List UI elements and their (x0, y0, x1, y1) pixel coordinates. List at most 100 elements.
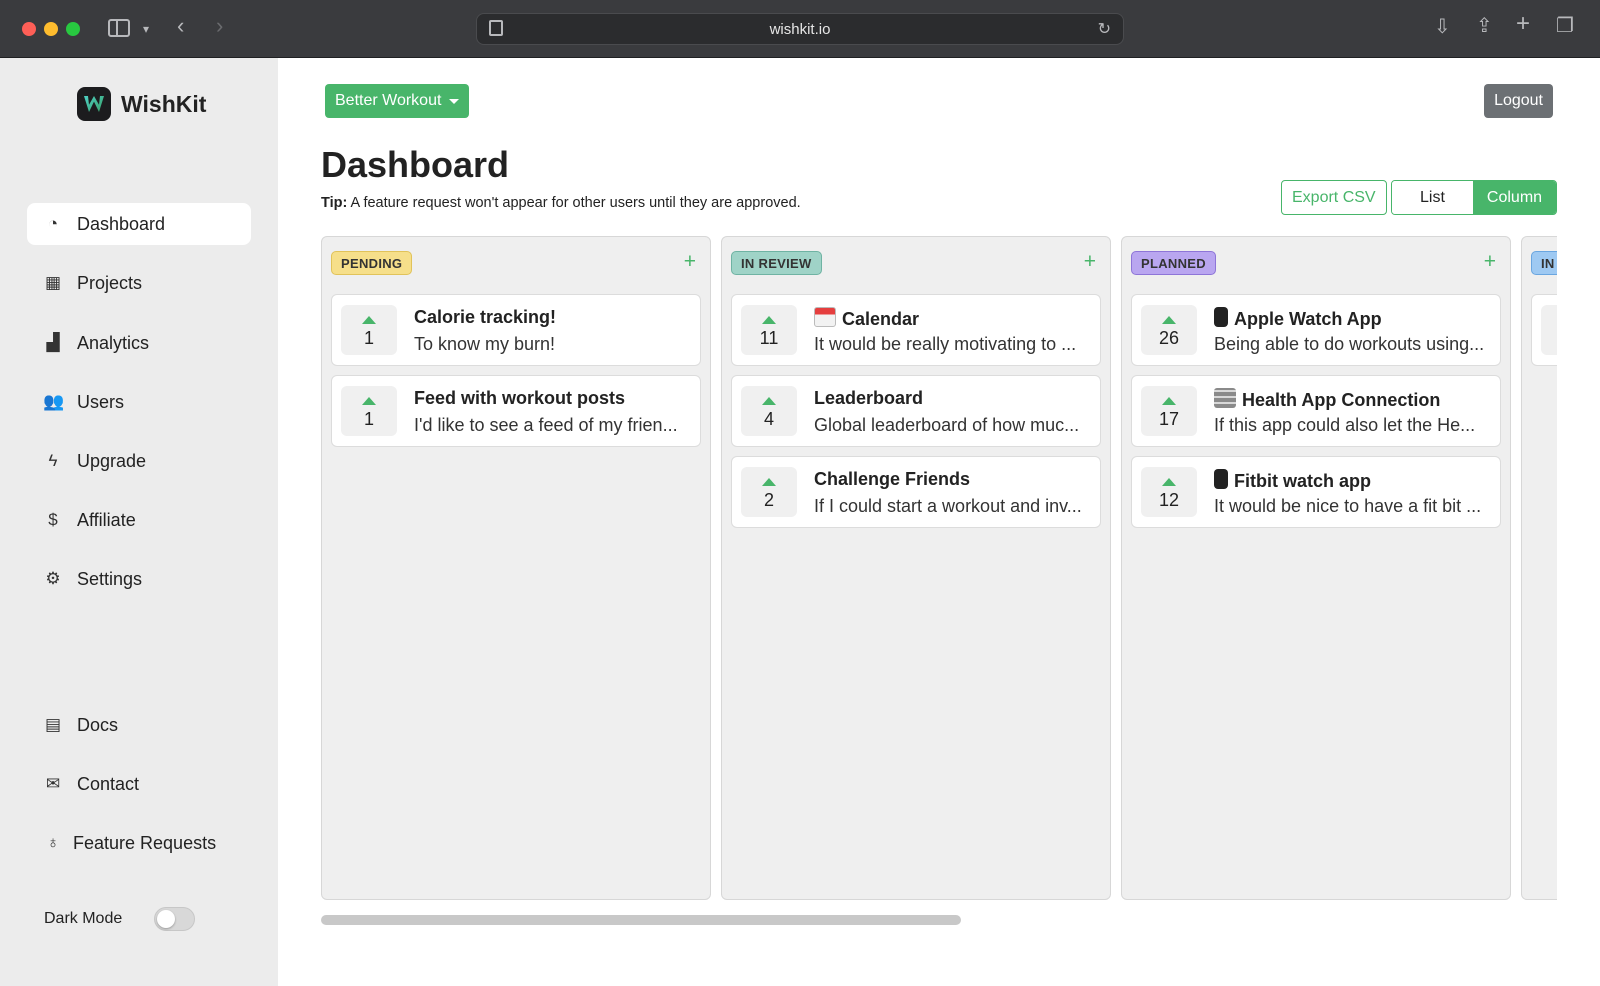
card-description: To know my burn! (414, 334, 556, 354)
vote-count: 2 (763, 490, 774, 510)
add-request-icon[interactable]: + (1084, 250, 1096, 274)
reload-icon[interactable]: ↻ (1098, 19, 1111, 39)
users-icon: 👥 (43, 392, 65, 411)
upvote-arrow-icon (362, 316, 376, 324)
board-horizontal-scrollbar[interactable] (321, 915, 961, 925)
column-in-review: IN REVIEW + 11 Calendar It would be real… (721, 236, 1111, 900)
brand[interactable]: WishKit (77, 87, 206, 121)
sidebar: WishKit ◔ Dashboard ▦ Projects ▟ Analyti… (0, 58, 278, 986)
dark-mode-row: Dark Mode (44, 907, 195, 931)
upvote-button[interactable]: 26 (1141, 305, 1197, 355)
dollar-icon: $ (48, 510, 58, 529)
sidebar-item-docs[interactable]: ▤ Docs (27, 704, 251, 746)
dashboard-icon: ◔ (47, 214, 59, 233)
request-card[interactable]: 4 Leaderboard Global leaderboard of how … (731, 375, 1101, 447)
column-view-button[interactable]: Column (1472, 181, 1557, 214)
chevron-down-icon[interactable]: ▾ (143, 20, 149, 38)
request-card[interactable]: 12 Fitbit watch app It would be nice to … (1131, 456, 1501, 528)
sidebar-item-projects[interactable]: ▦ Projects (27, 262, 251, 304)
upvote-button[interactable]: 12 (1141, 467, 1197, 517)
sidebar-item-feature-requests[interactable]: ♁ Feature Requests (27, 822, 251, 864)
brand-name: WishKit (121, 90, 207, 117)
column-pending: PENDING + 1 Calorie tracking! To know my… (321, 236, 711, 900)
watch-emoji-icon (1214, 307, 1228, 327)
forward-icon[interactable]: › (216, 15, 223, 37)
sidebar-item-label: Affiliate (77, 509, 136, 530)
close-window-button[interactable] (22, 22, 36, 36)
docs-icon: ▤ (44, 715, 62, 734)
caret-down-icon (449, 98, 460, 104)
card-title-text: Calendar (842, 309, 920, 329)
upvote-button[interactable]: 1 (341, 305, 397, 355)
request-card[interactable]: 2 Challenge Friends If I could start a w… (731, 456, 1101, 528)
sidebar-toggle-icon[interactable] (108, 19, 130, 37)
tip-label: Tip: (321, 195, 348, 211)
logout-button[interactable]: Logout (1484, 84, 1553, 118)
list-view-button[interactable]: List (1392, 181, 1473, 214)
upvote-button[interactable]: 1 (341, 386, 397, 436)
upvote-arrow-icon (1162, 478, 1176, 486)
lightbulb-icon: ♁ (46, 833, 60, 852)
minimize-window-button[interactable] (44, 22, 58, 36)
upvote-arrow-icon (762, 478, 776, 486)
hospital-emoji-icon (1214, 388, 1236, 408)
add-request-icon[interactable]: + (1484, 250, 1496, 274)
request-card[interactable]: 4 (1531, 294, 1557, 366)
request-card[interactable]: 11 Calendar It would be really motivatin… (731, 294, 1101, 366)
kanban-board: PENDING + 1 Calorie tracking! To know my… (321, 236, 1557, 900)
card-description: If this app could also let the He... (1214, 415, 1476, 435)
zoom-window-button[interactable] (66, 22, 80, 36)
vote-count: 12 (1158, 490, 1180, 510)
sidebar-item-label: Contact (77, 773, 140, 794)
add-request-icon[interactable]: + (684, 250, 696, 274)
sidebar-item-affiliate[interactable]: $ Affiliate (27, 499, 251, 541)
export-csv-button[interactable]: Export CSV (1281, 180, 1387, 215)
vote-count: 1 (363, 328, 374, 348)
card-title: Challenge Friends (814, 469, 971, 489)
vote-count: 4 (1541, 328, 1557, 349)
sidebar-item-analytics[interactable]: ▟ Analytics (27, 322, 251, 364)
tab-overview-icon[interactable]: ❐ (1556, 16, 1574, 36)
project-select[interactable]: Better Workout (325, 84, 470, 118)
request-card[interactable]: 1 Calorie tracking! To know my burn! (331, 294, 701, 366)
sidebar-item-label: Upgrade (77, 450, 147, 471)
upvote-arrow-icon (1162, 397, 1176, 405)
upvote-button[interactable]: 17 (1141, 386, 1197, 436)
bolt-icon: ϟ (48, 451, 58, 470)
wishkit-logo-icon (77, 87, 111, 121)
sidebar-item-contact[interactable]: ✉ Contact (27, 763, 251, 805)
upvote-button[interactable]: 4 (1541, 305, 1557, 355)
share-icon[interactable]: ⇪ (1476, 16, 1493, 36)
tip-text: Tip: A feature request won't appear for … (321, 195, 801, 211)
sidebar-item-upgrade[interactable]: ϟ Upgrade (27, 440, 251, 482)
upvote-button[interactable]: 4 (741, 386, 797, 436)
request-card[interactable]: 17 Health App Connection If this app cou… (1131, 375, 1501, 447)
back-icon[interactable]: ‹ (177, 15, 184, 37)
sidebar-item-label: Dashboard (77, 213, 166, 234)
download-icon[interactable]: ⇩ (1434, 17, 1451, 37)
dark-mode-toggle[interactable] (154, 907, 195, 931)
card-title: Calendar (814, 307, 919, 330)
upvote-button[interactable]: 11 (741, 305, 797, 355)
sidebar-item-users[interactable]: 👥 Users (27, 381, 251, 423)
card-description: If I could start a workout and inv... (814, 496, 1082, 516)
request-card[interactable]: 26 Apple Watch App Being able to do work… (1131, 294, 1501, 366)
sidebar-item-dashboard[interactable]: ◔ Dashboard (27, 203, 251, 245)
upvote-button[interactable]: 2 (741, 467, 797, 517)
request-card[interactable]: 1 Feed with workout posts I'd like to se… (331, 375, 701, 447)
card-title-text: Fitbit watch app (1234, 471, 1371, 491)
status-badge: PLANNED (1131, 251, 1216, 275)
vote-count: 26 (1158, 328, 1180, 348)
vote-count: 4 (763, 409, 774, 429)
sidebar-item-settings[interactable]: ⚙ Settings (27, 558, 251, 600)
sidebar-item-label: Docs (77, 714, 119, 735)
envelope-icon: ✉ (45, 774, 61, 793)
status-badge: IN REVIEW (731, 251, 822, 275)
upvote-arrow-icon (762, 397, 776, 405)
upvote-arrow-icon (1162, 316, 1176, 324)
card-title: Calorie tracking! (414, 307, 557, 327)
address-bar[interactable]: wishkit.io ↻ (476, 13, 1124, 45)
status-badge: IN P (1531, 251, 1557, 275)
new-tab-icon[interactable]: + (1516, 12, 1530, 36)
card-description: It would be really motivating to ... (814, 334, 1077, 354)
